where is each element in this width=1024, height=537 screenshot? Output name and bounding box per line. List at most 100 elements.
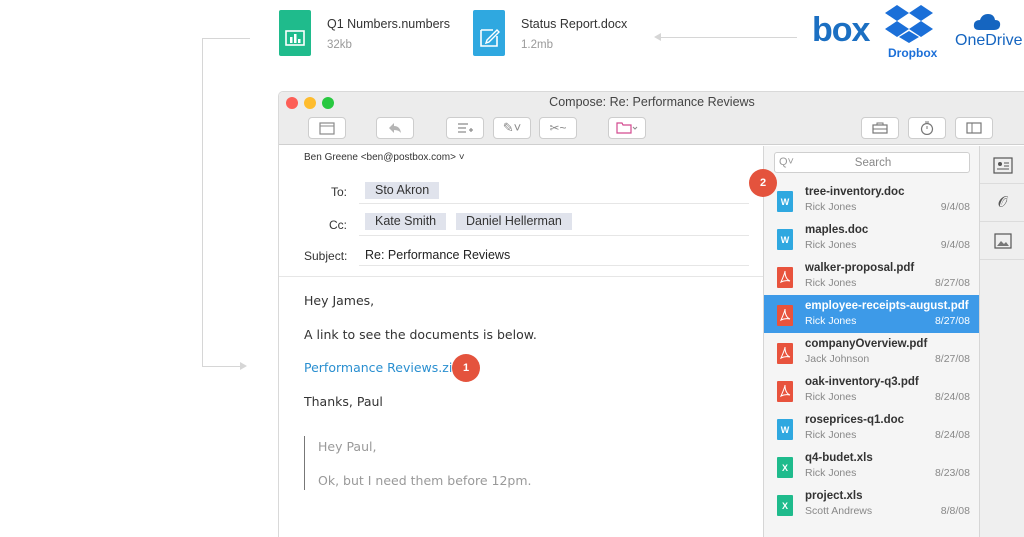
quote-greeting: Hey Paul, <box>318 439 377 454</box>
file-name: Q1 Numbers.numbers <box>327 17 450 31</box>
excel-file-icon: X <box>777 495 793 516</box>
file-name: roseprices-q1.doc <box>805 414 905 426</box>
header-divider <box>279 276 763 277</box>
tab-contacts[interactable] <box>980 146 1024 184</box>
file-name: oak-inventory-q3.pdf <box>805 376 919 388</box>
word-file-icon <box>473 10 505 56</box>
attach-button[interactable]: ✎˅ <box>493 117 531 139</box>
timer-icon <box>920 121 934 136</box>
tab-attachments[interactable]: 𝒪 <box>980 184 1024 222</box>
file-author: Rick Jones <box>805 429 857 441</box>
insert-list-button[interactable] <box>446 117 484 139</box>
timer-button[interactable] <box>908 117 946 139</box>
signature-icon: ✂~ <box>549 121 567 135</box>
file-author: Rick Jones <box>805 277 857 289</box>
file-date: 9/4/08 <box>940 201 970 213</box>
quote-bar <box>304 436 305 490</box>
word-file-icon: W <box>777 191 793 212</box>
pdf-file-icon <box>777 267 793 288</box>
word-file-icon: W <box>777 419 793 440</box>
body-greeting[interactable]: Hey James, <box>304 293 374 308</box>
briefcase-icon <box>872 122 888 134</box>
file-date: 8/8/08 <box>940 505 970 517</box>
attach-icon: ✎˅ <box>502 120 522 135</box>
sidebar-tabs: 𝒪 <box>979 146 1024 537</box>
attachment-link[interactable]: Performance Reviews.zip <box>304 360 460 375</box>
file-card-q1-numbers[interactable]: Q1 Numbers.numbers 32kb <box>279 10 459 58</box>
search-placeholder: Search <box>854 157 892 169</box>
sidebar-toggle-icon <box>966 122 982 134</box>
cc-divider <box>359 235 749 236</box>
file-list-item[interactable]: companyOverview.pdf Jack Johnson 8/27/08 <box>764 333 980 371</box>
file-name: q4-budet.xls <box>805 452 873 464</box>
word-file-icon: W <box>777 229 793 250</box>
recipient-chip-cc[interactable]: Daniel Hellerman <box>456 213 572 230</box>
step-badge-1: 1 <box>452 354 480 382</box>
file-author: Jack Johnson <box>805 353 870 365</box>
file-author: Scott Andrews <box>805 505 873 517</box>
calendar-button[interactable] <box>308 117 346 139</box>
onedrive-label: OneDrive <box>955 32 1023 49</box>
window-title: Compose: Re: Performance Reviews <box>549 95 755 109</box>
contacts-icon <box>992 157 1013 174</box>
calendar-icon <box>319 122 335 135</box>
file-list-item[interactable]: Xq4-budet.xls Rick Jones 8/23/08 <box>764 447 980 485</box>
numbers-file-icon <box>279 10 311 56</box>
file-author: Rick Jones <box>805 201 857 213</box>
reply-button[interactable] <box>376 117 414 139</box>
file-author: Rick Jones <box>805 391 857 403</box>
search-input[interactable]: Q˅ Search <box>774 152 970 173</box>
to-divider <box>359 203 749 204</box>
file-list-item[interactable]: Xproject.xls Scott Andrews 8/8/08 <box>764 485 980 523</box>
connector-line-bottom <box>202 366 242 367</box>
body-line[interactable]: A link to see the documents is below. <box>304 327 537 342</box>
file-name: walker-proposal.pdf <box>805 262 915 274</box>
cc-label: Cc: <box>329 218 347 232</box>
compose-window: Compose: Re: Performance Reviews ✎˅ ✂~ B… <box>278 91 1024 537</box>
signature-button[interactable]: ✂~ <box>539 117 577 139</box>
file-author: Rick Jones <box>805 467 857 479</box>
file-date: 8/24/08 <box>934 429 970 441</box>
attachment-icon: 𝒪 <box>997 194 1008 211</box>
file-author: Rick Jones <box>805 239 857 251</box>
file-date: 8/24/08 <box>934 391 970 403</box>
body-signoff[interactable]: Thanks, Paul <box>304 394 383 409</box>
file-date: 8/27/08 <box>934 277 970 289</box>
file-size: 32kb <box>327 39 352 51</box>
file-date: 8/27/08 <box>934 315 970 327</box>
reply-icon <box>389 123 401 133</box>
file-list-item[interactable]: Wmaples.doc Rick Jones 9/4/08 <box>764 219 980 257</box>
from-field[interactable]: Ben Greene <ben@postbox.com> ˅ <box>304 152 465 163</box>
sidebar-toggle-button[interactable] <box>955 117 993 139</box>
file-name: maples.doc <box>805 224 869 236</box>
connector-line-services <box>660 37 797 38</box>
file-list-item[interactable]: Wroseprices-q1.doc Rick Jones 8/24/08 <box>764 409 980 447</box>
connector-arrow-right-icon <box>240 362 247 370</box>
file-list-item[interactable]: Wtree-inventory.doc Rick Jones 9/4/08 <box>764 181 980 219</box>
excel-file-icon: X <box>777 457 793 478</box>
dropbox-logo-icon <box>885 3 935 48</box>
connector-arrow-left-icon <box>654 33 661 41</box>
briefcase-button[interactable] <box>861 117 899 139</box>
file-author: Rick Jones <box>805 315 857 327</box>
subject-label: Subject: <box>304 249 348 263</box>
folder-button[interactable] <box>608 117 646 139</box>
connector-line-top <box>202 38 250 39</box>
attachments-panel: Q˅ Search Wtree-inventory.doc Rick Jones 9… <box>763 146 980 537</box>
tab-images[interactable] <box>980 222 1024 260</box>
file-name: project.xls <box>805 490 863 502</box>
subject-field[interactable]: Re: Performance Reviews <box>365 248 510 262</box>
file-card-status-report[interactable]: Status Report.docx 1.2mb <box>473 10 643 58</box>
dropbox-label: Dropbox <box>888 46 938 60</box>
file-name: tree-inventory.doc <box>805 186 905 198</box>
recipient-chip-cc[interactable]: Kate Smith <box>365 213 447 230</box>
pdf-file-icon <box>777 343 793 364</box>
file-list-item[interactable]: employee-receipts-august.pdf Rick Jones 8/… <box>764 295 980 333</box>
insert-list-icon <box>458 123 473 133</box>
file-date: 8/27/08 <box>934 353 970 365</box>
file-list-item[interactable]: oak-inventory-q3.pdf Rick Jones 8/24/08 <box>764 371 980 409</box>
recipient-chip-to[interactable]: Sto Akron <box>365 182 440 199</box>
file-date: 9/4/08 <box>940 239 970 251</box>
file-list-item[interactable]: walker-proposal.pdf Rick Jones 8/27/08 <box>764 257 980 295</box>
folder-icon <box>616 122 638 134</box>
